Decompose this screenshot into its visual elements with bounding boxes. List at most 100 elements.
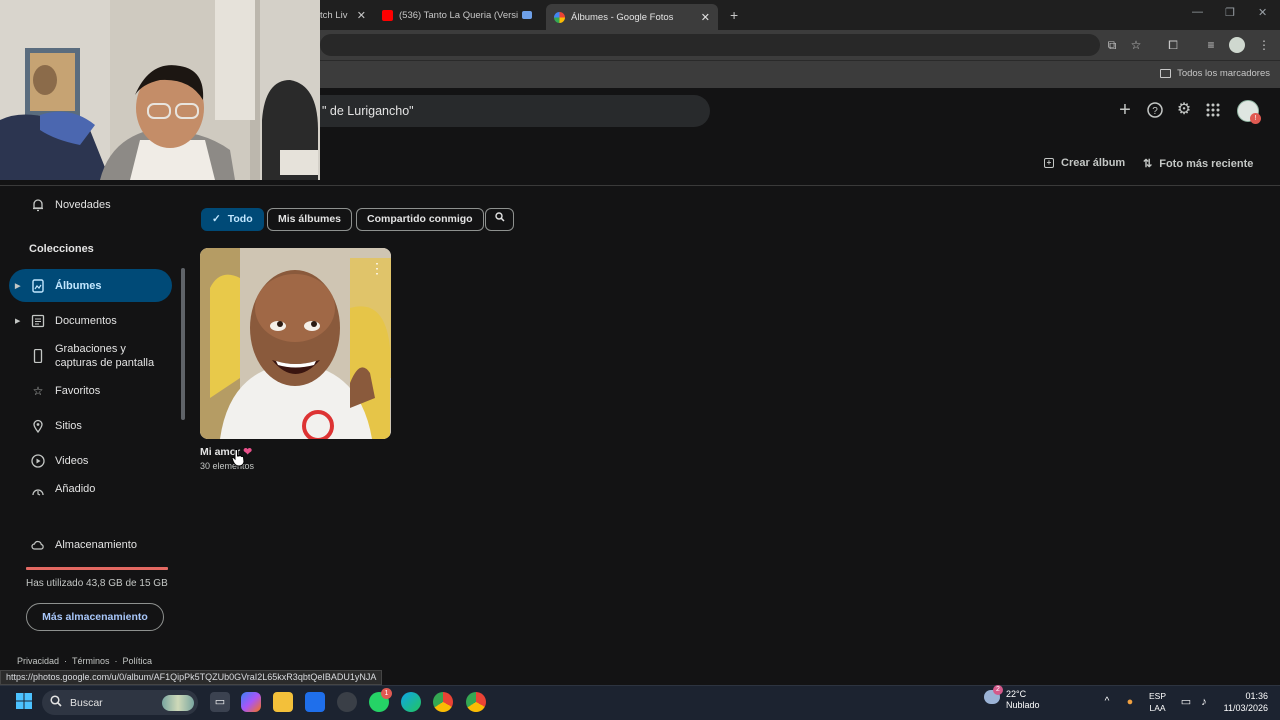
all-bookmarks-label: Todos los marcadores: [1177, 68, 1270, 79]
close-window-icon[interactable]: ✕: [1258, 6, 1267, 19]
history-icon: [31, 486, 45, 500]
media-icon: [522, 11, 533, 19]
album-item-count: 30 elementos: [200, 461, 255, 471]
storage-bar-fill: [26, 567, 168, 570]
svg-text:⋮: ⋮: [370, 260, 384, 276]
store-icon[interactable]: [305, 692, 325, 712]
expand-caret-icon[interactable]: ▶: [15, 282, 20, 290]
album-icon: [31, 278, 45, 293]
whatsapp-icon[interactable]: 1: [369, 688, 392, 712]
album-card-mi-amor[interactable]: ⋮: [200, 248, 391, 439]
collections-heading: Colecciones: [29, 243, 94, 255]
task-view-icon[interactable]: ▭: [210, 692, 230, 712]
copilot-icon[interactable]: [241, 692, 261, 712]
terms-link[interactable]: Términos: [72, 656, 110, 666]
add-icon[interactable]: +: [1116, 100, 1134, 120]
edge-icon[interactable]: [401, 692, 421, 712]
profile-icon[interactable]: [1229, 37, 1245, 53]
recent-photo-sort-button[interactable]: ⇅ Foto más reciente: [1143, 157, 1253, 171]
close-icon[interactable]: ✕: [349, 9, 366, 22]
network-icon[interactable]: ▭: [1176, 692, 1196, 712]
media-control-icon[interactable]: ≡: [1203, 37, 1219, 53]
close-icon[interactable]: ✕: [538, 9, 544, 22]
minimize-icon[interactable]: —: [1192, 6, 1203, 18]
chrome-profile-icon[interactable]: [466, 692, 486, 712]
google-photos-icon: [554, 11, 565, 23]
chip-shared-with-me[interactable]: Compartido conmigo: [356, 208, 484, 231]
sidebar-item-novedades[interactable]: Novedades: [9, 188, 172, 221]
tab-label: Álbumes - Google Fotos: [571, 11, 674, 23]
cloud-icon: [31, 538, 45, 552]
sidebar-item-favorites[interactable]: ☆ Favoritos: [9, 374, 172, 407]
webcam-video: [0, 0, 320, 180]
clock-date: 11/03/2026: [1223, 703, 1268, 713]
close-icon[interactable]: ✕: [693, 11, 710, 24]
tab-twitch[interactable]: tch Liv ✕: [312, 4, 374, 26]
sidebar-item-label: Novedades: [55, 198, 111, 211]
chrome-icon[interactable]: [433, 692, 453, 712]
taskbar-search-label: Buscar: [70, 696, 103, 709]
apps-grid-icon[interactable]: [1204, 101, 1222, 119]
document-icon: [31, 314, 45, 328]
chip-label: Todo: [227, 213, 253, 225]
separator: ·: [114, 656, 118, 666]
settings-gear-icon[interactable]: ⚙: [1175, 101, 1193, 119]
sidebar-item-storage[interactable]: Almacenamiento: [9, 528, 172, 561]
search-icon: [494, 212, 505, 225]
footer-links: Privacidad · Términos · Política: [17, 656, 152, 666]
language-indicator[interactable]: ESP LAA: [1149, 690, 1166, 714]
microphone-icon[interactable]: ●: [1120, 692, 1140, 712]
help-icon[interactable]: ?: [1146, 101, 1164, 119]
weather-temp: 22°C: [1006, 689, 1027, 699]
sidebar-item-documents[interactable]: ▶ Documentos: [9, 304, 172, 337]
hand-cursor-icon: [231, 449, 245, 467]
whatsapp-badge: 1: [381, 688, 392, 699]
clock-time: 01:36: [1245, 691, 1268, 701]
sidebar-item-label: Documentos: [55, 314, 117, 327]
install-app-icon[interactable]: ⧉: [1104, 37, 1120, 53]
restore-icon[interactable]: ❐: [1225, 6, 1235, 19]
storage-usage-text: Has utilizado 43,8 GB de 15 GB: [26, 578, 168, 589]
sidebar-item-added[interactable]: Añadido: [9, 472, 172, 505]
star-icon: ☆: [32, 383, 44, 398]
search-icon: [50, 695, 62, 710]
chip-my-albums[interactable]: Mis álbumes: [267, 208, 353, 231]
sidebar-item-screenshots[interactable]: Grabaciones y capturas de pantalla: [9, 339, 172, 373]
sidebar-item-label: Videos: [55, 454, 89, 467]
chip-todo[interactable]: ✓ Todo: [201, 208, 264, 231]
taskbar-search-input[interactable]: Buscar: [42, 690, 198, 715]
sidebar-item-places[interactable]: Sitios: [9, 409, 172, 442]
plus-box-icon: +: [1044, 158, 1054, 168]
menu-icon[interactable]: ⋮: [1256, 37, 1272, 53]
sidebar-item-label: Sitios: [55, 419, 82, 432]
lang-code: ESP: [1149, 691, 1167, 701]
tab-google-photos[interactable]: Álbumes - Google Fotos ✕: [546, 4, 718, 30]
play-circle-icon: [31, 453, 45, 468]
youtube-icon: [382, 9, 393, 21]
tray-chevron-icon[interactable]: ^: [1097, 692, 1117, 712]
create-album-button[interactable]: + Crear álbum: [1044, 157, 1125, 169]
tab-youtube[interactable]: (536) Tanto La Queria (Versi ✕: [374, 4, 544, 26]
policy-link[interactable]: Política: [123, 656, 153, 666]
sidebar-item-label: Grabaciones y capturas de pantalla: [55, 343, 155, 369]
address-bar[interactable]: [320, 34, 1100, 56]
expand-caret-icon[interactable]: ▶: [15, 317, 20, 325]
app-icon[interactable]: [337, 692, 357, 712]
windows-start-icon[interactable]: [14, 692, 34, 712]
weather-widget[interactable]: 22°C Nublado: [1006, 689, 1040, 711]
file-explorer-icon[interactable]: [273, 692, 293, 712]
bookmark-star-icon[interactable]: ☆: [1128, 37, 1144, 53]
more-storage-button[interactable]: Más almacenamiento: [26, 603, 164, 631]
taskbar-clock[interactable]: 01:36 11/03/2026: [1218, 690, 1268, 714]
search-highlight-icon: [162, 694, 194, 711]
all-bookmarks-button[interactable]: Todos los marcadores: [1160, 68, 1270, 79]
folder-icon: [1160, 69, 1172, 78]
privacy-link[interactable]: Privacidad: [17, 656, 59, 666]
volume-icon[interactable]: ♪: [1194, 692, 1214, 712]
new-tab-button[interactable]: +: [722, 4, 742, 26]
extensions-icon[interactable]: ⧠: [1165, 37, 1181, 53]
search-query: " de Lurigancho": [322, 104, 414, 118]
sidebar-scrollbar[interactable]: [181, 268, 185, 420]
sidebar-item-albums[interactable]: ▶ Álbumes: [9, 269, 172, 302]
chip-search-button[interactable]: [485, 208, 514, 231]
